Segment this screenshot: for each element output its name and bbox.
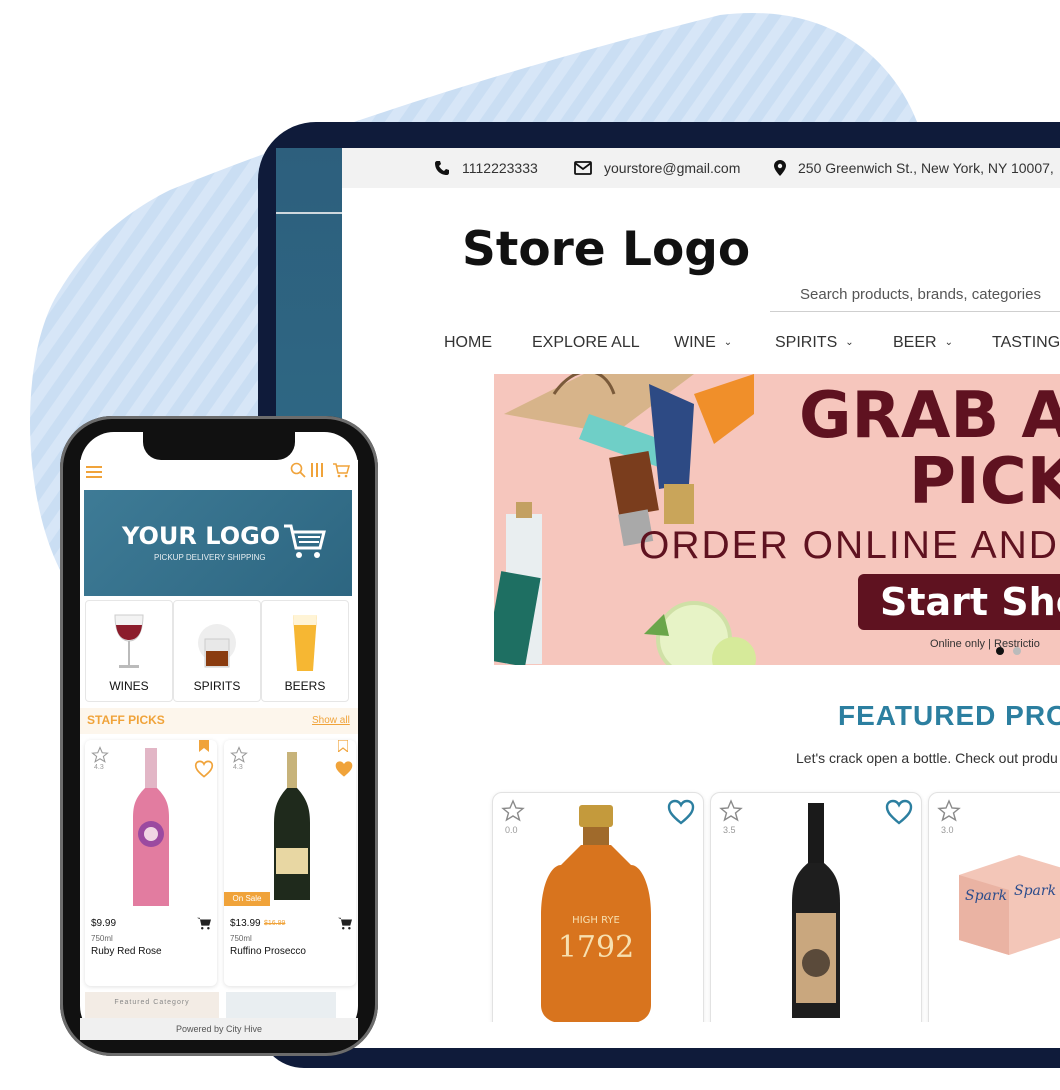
- store-logo[interactable]: Store Logo: [462, 222, 750, 277]
- nav-explore-all[interactable]: EXPLORE ALL: [532, 334, 640, 352]
- pick-rating: 4.3: [233, 764, 243, 771]
- cart-icon[interactable]: [332, 462, 350, 478]
- staff-pick-card[interactable]: 4.3 $9.99 750ml Ruby Red Rose: [85, 740, 217, 986]
- pick-price: $9.99: [91, 918, 117, 929]
- phone-notch: [143, 432, 295, 460]
- category-wines[interactable]: WINES: [85, 600, 173, 702]
- category-label: WINES: [109, 679, 149, 693]
- nav-home[interactable]: HOME: [444, 334, 492, 352]
- svg-text:HIGH RYE: HIGH RYE: [572, 915, 620, 926]
- topbar-email[interactable]: yourstore@gmail.com: [574, 148, 740, 188]
- product-rating: 0.0: [505, 825, 518, 835]
- rose-bottle-image: [133, 748, 169, 906]
- sparkling-pack-image: Spark Spark: [959, 855, 1060, 955]
- mobile-logo-title: YOUR LOGO: [122, 522, 281, 550]
- cart-logo-icon: [284, 524, 326, 558]
- search-placeholder: Search products, brands, categories: [800, 286, 1041, 303]
- chevron-down-icon: ⌄: [845, 337, 854, 348]
- show-all-link[interactable]: Show all: [312, 715, 350, 726]
- svg-text:Spark: Spark: [965, 888, 1007, 904]
- heart-icon[interactable]: [194, 760, 214, 778]
- featured-category-tile[interactable]: [226, 992, 336, 1018]
- banner-headline-3: ORDER ONLINE AND: [639, 524, 1059, 567]
- product-rating: 3.0: [941, 825, 954, 835]
- hamburger-menu-icon[interactable]: [86, 466, 102, 478]
- phone-number: 1112223333: [462, 160, 538, 176]
- product-card[interactable]: 3.5: [710, 792, 922, 1034]
- star-icon[interactable]: [937, 799, 961, 823]
- svg-text:1792: 1792: [558, 930, 634, 965]
- heart-icon[interactable]: [334, 760, 354, 778]
- bookmark-icon[interactable]: [338, 740, 348, 752]
- carousel-dot-active[interactable]: [996, 647, 1004, 655]
- email-address: yourstore@gmail.com: [604, 160, 741, 176]
- mobile-logo-subtitle: PICKUP DELIVERY SHIPPING: [154, 553, 266, 562]
- banner-headline-2: PICK: [909, 445, 1060, 519]
- star-icon[interactable]: [501, 799, 525, 823]
- nav-beer[interactable]: BEER ⌄: [893, 334, 953, 352]
- topbar-phone[interactable]: 1112223333: [434, 148, 538, 188]
- category-beers[interactable]: BEERS: [261, 600, 349, 702]
- pick-old-price: $16.99: [264, 920, 286, 927]
- carousel-dot[interactable]: [1013, 647, 1021, 655]
- add-to-cart-icon[interactable]: [196, 916, 212, 930]
- wine-glass-icon: [114, 614, 144, 668]
- on-sale-badge: On Sale: [224, 892, 270, 906]
- heart-icon[interactable]: [885, 799, 913, 825]
- chevron-down-icon: ⌄: [944, 337, 953, 348]
- powered-by-footer: Powered by City Hive: [80, 1018, 358, 1040]
- svg-text:Spark: Spark: [1014, 883, 1056, 899]
- chevron-down-icon: ⌄: [723, 337, 733, 348]
- product-rating: 3.5: [723, 825, 736, 835]
- pick-price: $13.99: [230, 918, 261, 929]
- pick-rating: 4.3: [94, 764, 104, 771]
- nav-spirits[interactable]: SPIRITS ⌄: [775, 334, 854, 352]
- add-to-cart-icon[interactable]: [337, 916, 353, 930]
- featured-products-title: FEATURED PRO: [838, 700, 1060, 731]
- star-icon[interactable]: [230, 746, 248, 764]
- mail-icon: [574, 161, 592, 175]
- product-card[interactable]: 3.0 Spark Spark: [928, 792, 1060, 1034]
- hero-banner[interactable]: GRAB AN PICK ORDER ONLINE AND Start Shop…: [494, 374, 1060, 665]
- beer-glass-icon: [293, 615, 317, 671]
- laptop-bottom-edge: [440, 1022, 1060, 1048]
- store-address: 250 Greenwich St., New York, NY 10007,: [798, 160, 1054, 176]
- category-label: BEERS: [284, 679, 326, 693]
- pick-size: 750ml: [230, 934, 252, 943]
- search-input[interactable]: Search products, brands, categories: [770, 286, 1060, 312]
- pick-name: Ruffino Prosecco: [230, 946, 306, 957]
- whiskey-glass-icon: [198, 624, 236, 668]
- pick-size: 750ml: [91, 934, 113, 943]
- start-shopping-button[interactable]: Start Shop: [858, 574, 1060, 630]
- topbar-address[interactable]: 250 Greenwich St., New York, NY 10007,: [774, 148, 1054, 188]
- product-card[interactable]: 0.0 HIGH RYE 1792: [492, 792, 704, 1034]
- red-wine-bottle-image: [792, 803, 840, 1018]
- mobile-store-banner[interactable]: YOUR LOGO PICKUP DELIVERY SHIPPING: [84, 490, 352, 596]
- category-label: SPIRITS: [193, 679, 241, 693]
- search-icon[interactable]: [290, 462, 306, 478]
- bookmark-icon[interactable]: [199, 740, 209, 752]
- star-icon[interactable]: [91, 746, 109, 764]
- staff-pick-card[interactable]: 4.3 On Sale $13.99 $16.99 750ml Ruffino …: [224, 740, 356, 986]
- featured-products-subtitle: Let's crack open a bottle. Check out pro…: [796, 750, 1058, 766]
- heart-icon[interactable]: [667, 799, 695, 825]
- featured-category-tile[interactable]: Featured Category: [85, 992, 219, 1018]
- banner-headline-1: GRAB AN: [799, 379, 1060, 453]
- nav-tastings[interactable]: TASTINGS: [992, 334, 1060, 352]
- prosecco-bottle-image: [274, 752, 310, 900]
- phone-header: [80, 460, 358, 484]
- staff-picks-title: STAFF PICKS: [87, 713, 165, 727]
- category-spirits[interactable]: SPIRITS: [173, 600, 261, 702]
- banner-bottles-image: [494, 374, 756, 665]
- nav-wine[interactable]: WINE ⌄: [674, 334, 732, 352]
- pick-name: Ruby Red Rose: [91, 946, 162, 957]
- phone-icon: [435, 161, 449, 175]
- filter-icon[interactable]: [310, 462, 324, 478]
- banner-disclaimer: Online only | Restrictio: [930, 638, 1040, 650]
- map-pin-icon: [774, 160, 786, 176]
- bourbon-bottle-image: HIGH RYE 1792: [541, 805, 651, 1023]
- star-icon[interactable]: [719, 799, 743, 823]
